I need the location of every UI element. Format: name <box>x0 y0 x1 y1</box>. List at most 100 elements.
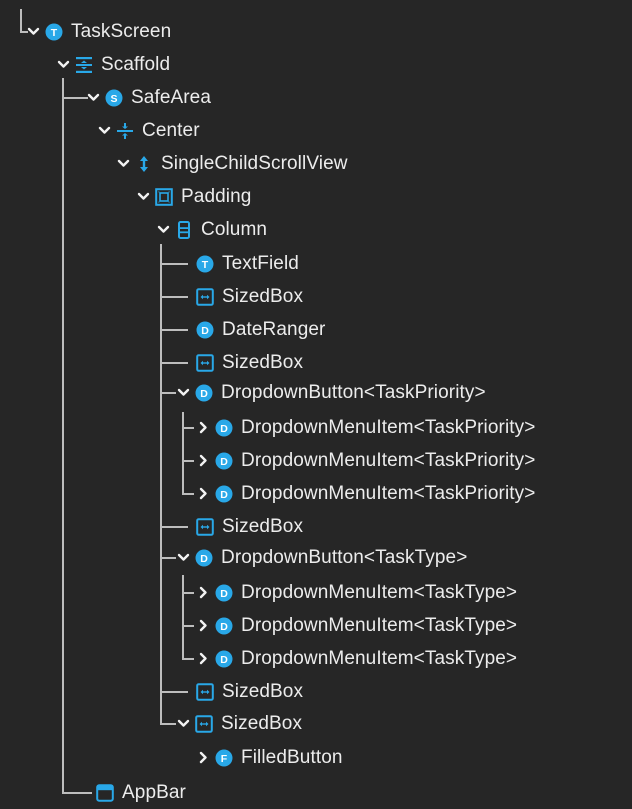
chevron-down-icon[interactable] <box>26 24 40 40</box>
chevron-right-icon[interactable] <box>196 618 210 634</box>
tree-guide-line <box>160 691 188 693</box>
tree-node-sizedbox[interactable]: SizedBox <box>196 675 303 708</box>
tree-node-filledbutton[interactable]: F FilledButton <box>196 741 343 774</box>
circle-letter-icon: D <box>215 452 233 470</box>
chevron-right-icon[interactable] <box>196 651 210 667</box>
tree-guide-line <box>182 412 184 493</box>
chevron-right-icon[interactable] <box>196 486 210 502</box>
chevron-right-icon[interactable] <box>196 750 210 766</box>
tree-node-center[interactable]: Center <box>97 114 200 147</box>
column-icon <box>175 220 193 239</box>
circle-letter-icon: D <box>215 584 233 602</box>
tree-node-label: DropdownMenuItem<TaskType> <box>241 582 518 603</box>
circle-letter-icon: F <box>215 749 233 767</box>
tree-node-textfield[interactable]: T TextField <box>196 247 299 280</box>
svg-text:D: D <box>201 324 209 336</box>
tree-node-dropdownmenuitem[interactable]: D DropdownMenuItem<TaskType> <box>196 642 517 675</box>
sizedbox-icon <box>196 353 214 372</box>
tree-node-dateranger[interactable]: D DateRanger <box>196 313 325 346</box>
widget-tree: T TaskScreen Scaffold S SafeArea Center Single… <box>0 0 632 808</box>
svg-text:D: D <box>220 587 228 599</box>
tree-node-dropdownmenuitem[interactable]: D DropdownMenuItem<TaskPriority> <box>196 444 535 477</box>
circle-letter-icon: D <box>195 384 213 402</box>
circle-letter-icon: D <box>215 617 233 635</box>
tree-guide-line <box>62 792 92 794</box>
tree-guide-line <box>20 9 22 31</box>
svg-text:D: D <box>200 552 208 564</box>
tree-node-sizedbox[interactable]: SizedBox <box>196 280 303 313</box>
tree-guide-line <box>182 658 194 660</box>
tree-guide-line <box>160 526 188 528</box>
tree-node-scaffold[interactable]: Scaffold <box>56 48 170 81</box>
tree-node-dropdownmenuitem[interactable]: D DropdownMenuItem<TaskPriority> <box>196 477 535 510</box>
tree-node-label: Padding <box>181 186 252 207</box>
tree-node-dropdownmenuitem[interactable]: D DropdownMenuItem<TaskType> <box>196 576 517 609</box>
tree-node-column[interactable]: Column <box>156 213 267 246</box>
svg-text:D: D <box>220 653 228 665</box>
tree-node-label: DropdownMenuItem<TaskPriority> <box>241 483 536 504</box>
tree-node-label: SizedBox <box>222 516 304 537</box>
tree-guide-line <box>160 392 176 394</box>
tree-node-label: AppBar <box>122 782 186 803</box>
tree-node-label: DropdownButton<TaskPriority> <box>221 382 486 403</box>
tree-node-dropdownmenuitem[interactable]: D DropdownMenuItem<TaskPriority> <box>196 411 535 444</box>
svg-text:D: D <box>220 488 228 500</box>
tree-node-label: SingleChildScrollView <box>161 153 348 174</box>
tree-guide-line <box>182 427 194 429</box>
tree-node-label: Scaffold <box>101 54 171 75</box>
tree-node-padding[interactable]: Padding <box>136 180 251 213</box>
sizedbox-icon <box>195 714 213 733</box>
svg-text:S: S <box>110 92 117 104</box>
tree-node-label: SizedBox <box>221 713 303 734</box>
chevron-right-icon[interactable] <box>196 453 210 469</box>
tree-node-safearea[interactable]: S SafeArea <box>86 81 211 114</box>
chevron-down-icon[interactable] <box>176 550 190 566</box>
tree-guide-line <box>160 557 176 559</box>
svg-text:T: T <box>202 258 209 270</box>
circle-letter-icon: D <box>196 321 214 339</box>
tree-node-label: DropdownButton<TaskType> <box>221 547 468 568</box>
chevron-down-icon[interactable] <box>156 222 170 238</box>
tree-node-sizedbox[interactable]: SizedBox <box>196 510 303 543</box>
circle-letter-icon: D <box>215 485 233 503</box>
circle-letter-icon: D <box>215 650 233 668</box>
circle-letter-icon: S <box>105 89 123 107</box>
tree-node-label: DropdownMenuItem<TaskPriority> <box>241 417 536 438</box>
chevron-down-icon[interactable] <box>56 57 70 73</box>
tree-node-singlechildscrollview[interactable]: SingleChildScrollView <box>116 147 348 180</box>
tree-node-label: DropdownMenuItem<TaskType> <box>241 615 518 636</box>
tree-node-label: DropdownMenuItem<TaskType> <box>241 648 518 669</box>
chevron-down-icon[interactable] <box>86 90 100 106</box>
tree-guide-line <box>160 296 188 298</box>
chevron-right-icon[interactable] <box>196 585 210 601</box>
chevron-down-icon[interactable] <box>176 385 190 401</box>
tree-guide-line <box>160 263 188 265</box>
chevron-down-icon[interactable] <box>136 189 150 205</box>
tree-node-dropdownmenuitem[interactable]: D DropdownMenuItem<TaskType> <box>196 609 517 642</box>
tree-node-label: FilledButton <box>241 747 343 768</box>
svg-text:D: D <box>220 455 228 467</box>
circle-letter-icon: D <box>215 419 233 437</box>
tree-node-sizedbox[interactable]: SizedBox <box>196 346 303 379</box>
svg-text:T: T <box>51 26 58 38</box>
tree-node-sizedbox[interactable]: SizedBox <box>176 707 302 740</box>
chevron-down-icon[interactable] <box>176 716 190 732</box>
svg-text:D: D <box>220 620 228 632</box>
tree-guide-line <box>182 493 194 495</box>
chevron-down-icon[interactable] <box>97 123 111 139</box>
tree-node-label: DateRanger <box>222 319 326 340</box>
tree-node-appbar[interactable]: AppBar <box>96 776 186 809</box>
tree-node-label: Column <box>201 219 268 240</box>
tree-node-dropdownbutton[interactable]: D DropdownButton<TaskPriority> <box>176 376 486 409</box>
tree-guide-line <box>182 575 184 658</box>
svg-text:D: D <box>200 387 208 399</box>
tree-guide-line <box>62 78 64 792</box>
tree-node-label: DropdownMenuItem<TaskPriority> <box>241 450 536 471</box>
chevron-down-icon[interactable] <box>116 156 130 172</box>
tree-node-label: SizedBox <box>222 681 304 702</box>
sizedbox-icon <box>196 287 214 306</box>
tree-node-dropdownbutton[interactable]: D DropdownButton<TaskType> <box>176 541 467 574</box>
tree-node-label: Center <box>142 120 200 141</box>
tree-node-taskscreen[interactable]: T TaskScreen <box>26 15 171 48</box>
chevron-right-icon[interactable] <box>196 420 210 436</box>
